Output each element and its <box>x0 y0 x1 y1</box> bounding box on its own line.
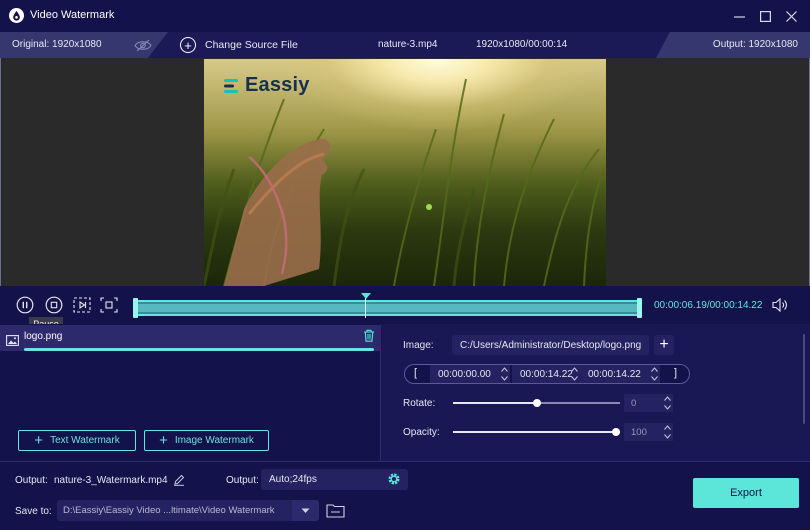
set-end-button[interactable]: ] <box>674 367 677 379</box>
save-path-dropdown[interactable] <box>292 500 319 521</box>
duration-value: 00:00:14.22 <box>588 368 641 380</box>
opacity-stepper[interactable] <box>663 425 671 439</box>
rotate-slider-fill <box>453 402 537 404</box>
screenshot-icon <box>100 297 118 313</box>
eassiy-logo-icon <box>224 78 238 93</box>
playhead-line[interactable] <box>365 298 366 318</box>
chevron-down-icon[interactable] <box>663 405 671 410</box>
pause-button[interactable] <box>16 296 34 314</box>
output-file-name: nature-3_Watermark.mp4 <box>54 475 168 486</box>
chevron-down-icon[interactable] <box>570 376 578 381</box>
eye-slash-icon[interactable] <box>134 39 152 52</box>
app-logo-icon <box>9 8 24 23</box>
minimize-icon[interactable] <box>728 6 750 26</box>
trash-icon[interactable] <box>363 329 375 342</box>
playhead-marker[interactable] <box>361 293 371 299</box>
add-image-watermark-button[interactable]: + Image Watermark <box>144 430 269 451</box>
end-time-stepper[interactable] <box>570 367 578 381</box>
output-format-label: Output: <box>226 475 259 486</box>
add-text-watermark-label: Text Watermark <box>50 435 120 446</box>
output-format-value: Auto;24fps <box>269 474 317 485</box>
chevron-up-icon[interactable] <box>663 425 671 430</box>
export-button[interactable]: Export <box>693 478 799 508</box>
set-start-button[interactable]: [ <box>414 367 417 379</box>
volume-icon[interactable] <box>772 298 788 312</box>
chevron-up-icon[interactable] <box>570 367 578 372</box>
gear-icon[interactable] <box>387 472 401 486</box>
start-time-stepper[interactable] <box>500 367 508 381</box>
opacity-slider-knob[interactable] <box>612 428 620 436</box>
add-image-watermark-label: Image Watermark <box>174 435 254 446</box>
window-title: Video Watermark <box>30 9 115 21</box>
watermark-item-name: logo.png <box>24 331 63 342</box>
stop-button[interactable] <box>45 296 63 314</box>
image-icon <box>6 335 19 346</box>
change-source-label: Change Source File <box>205 39 298 51</box>
output-name-label: Output: <box>15 475 48 486</box>
title-bar <box>0 0 810 32</box>
watermark-duration-bar[interactable] <box>24 348 374 351</box>
output-resolution: Output: 1920x1080 <box>712 39 798 50</box>
add-image-button[interactable]: + <box>654 335 674 355</box>
duration-stepper[interactable] <box>650 367 658 381</box>
watermark-logo-text: Eassiy <box>245 74 310 96</box>
chevron-up-icon[interactable] <box>500 367 508 372</box>
original-resolution: Original: 1920x1080 <box>12 39 102 50</box>
chevron-up-icon[interactable] <box>663 396 671 401</box>
save-to-label: Save to: <box>15 506 52 517</box>
timeline-end-handle[interactable] <box>637 298 642 318</box>
image-path-field[interactable]: C:/Users/Administrator/Desktop/logo.png <box>452 335 649 355</box>
watermark-logo[interactable]: Eassiy <box>224 74 310 97</box>
next-frame-button[interactable] <box>73 296 91 314</box>
screenshot-button[interactable] <box>100 296 118 314</box>
rotate-value: 0 <box>631 397 637 409</box>
pause-icon <box>16 296 34 314</box>
image-label: Image: <box>403 340 434 351</box>
opacity-value: 100 <box>631 426 647 438</box>
file-name: nature-3.mp4 <box>378 39 438 50</box>
opacity-label: Opacity: <box>403 427 440 438</box>
chevron-down-icon[interactable] <box>500 376 508 381</box>
save-path-field[interactable]: D:\Eassiy\Eassiy Video ...ltimate\Video … <box>57 500 292 521</box>
rotate-stepper[interactable] <box>663 396 671 410</box>
rotate-label: Rotate: <box>403 398 436 409</box>
time-readout: 00:00:06.19/00:00:14.22 <box>654 300 763 311</box>
chevron-down-icon[interactable] <box>663 434 671 439</box>
edit-icon[interactable] <box>173 474 185 486</box>
settings-scrollbar[interactable] <box>803 334 805 424</box>
file-info: 1920x1080/00:00:14 <box>476 39 568 50</box>
chevron-down-icon[interactable] <box>650 376 658 381</box>
output-format-field[interactable]: Auto;24fps <box>261 469 408 490</box>
change-source-button[interactable]: + Change Source File <box>180 36 298 54</box>
stop-icon <box>45 296 63 314</box>
timeline-start-handle[interactable] <box>133 298 138 318</box>
opacity-slider-fill <box>453 431 616 433</box>
add-text-watermark-button[interactable]: + Text Watermark <box>18 430 136 451</box>
plus-icon: + <box>34 431 44 449</box>
end-time-value: 00:00:14.22 <box>520 368 573 380</box>
plus-circle-icon: + <box>180 37 196 53</box>
close-icon[interactable] <box>780 6 802 26</box>
dropdown-arrow-icon <box>301 508 310 513</box>
start-time-value: 00:00:00.00 <box>438 368 491 380</box>
folder-icon[interactable] <box>326 502 345 518</box>
timeline-fill <box>138 304 638 312</box>
chevron-up-icon[interactable] <box>650 367 658 372</box>
start-time-field[interactable]: 00:00:00.00 <box>430 365 510 383</box>
rotate-slider-knob[interactable] <box>533 399 541 407</box>
next-frame-icon <box>73 297 91 313</box>
plus-icon: + <box>159 431 168 449</box>
duration-field[interactable]: 00:00:14.22 <box>580 365 660 383</box>
maximize-icon[interactable] <box>754 6 776 26</box>
